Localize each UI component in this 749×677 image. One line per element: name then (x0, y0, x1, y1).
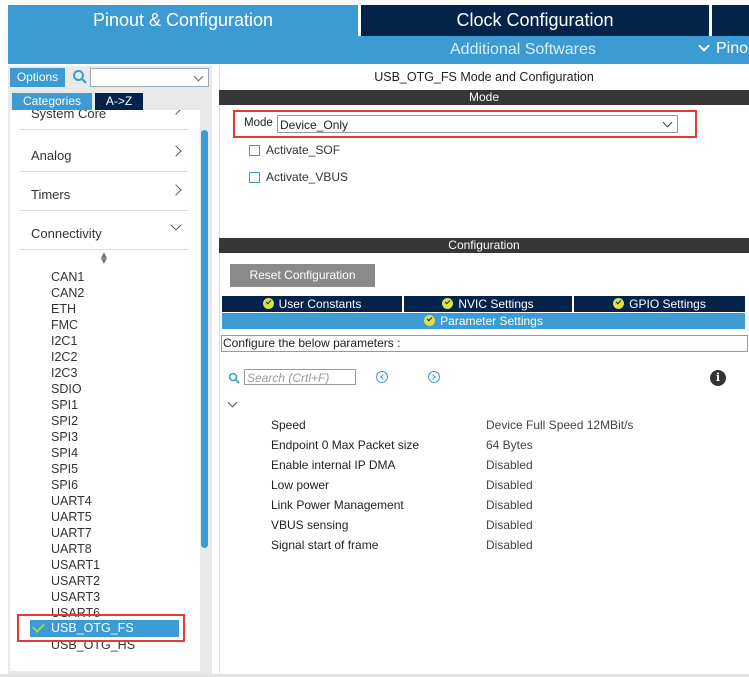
peripheral-item[interactable]: UART4 (51, 494, 92, 508)
category-timers[interactable]: Timers (20, 174, 188, 211)
param-name: Endpoint 0 Max Packet size (271, 438, 420, 452)
check-circle-icon (424, 315, 436, 326)
param-name: Low power (271, 478, 330, 492)
chevron-right-icon (170, 110, 182, 115)
chevron-down-icon (698, 40, 710, 52)
search-input[interactable] (90, 68, 209, 87)
check-circle-icon (262, 298, 274, 309)
param-name: VBUS sensing (271, 518, 349, 532)
peripheral-item[interactable]: SPI3 (51, 430, 78, 444)
peripheral-item[interactable]: USART3 (51, 590, 100, 604)
previous-result-icon[interactable] (376, 371, 388, 383)
tab-label: User Constants (278, 297, 362, 311)
peripheral-item[interactable]: SDIO (51, 382, 82, 396)
tab-overflow[interactable] (712, 5, 749, 36)
tab-clock-configuration[interactable]: Clock Configuration (361, 5, 709, 36)
param-value[interactable]: Disabled (486, 518, 533, 532)
tab-label: Parameter Settings (440, 314, 543, 328)
chevron-right-icon (170, 184, 182, 196)
check-circle-icon (613, 298, 625, 309)
param-value[interactable]: 64 Bytes (486, 438, 533, 452)
tab-categories[interactable]: Categories (12, 93, 92, 110)
tab-label: GPIO Settings (629, 297, 706, 311)
chevron-down-icon[interactable] (193, 71, 204, 82)
param-name: Enable internal IP DMA (271, 458, 396, 472)
peripheral-item[interactable]: USART1 (51, 558, 100, 572)
peripheral-item[interactable]: I2C2 (51, 350, 77, 364)
peripheral-item[interactable]: SPI1 (51, 398, 78, 412)
chevron-down-icon (170, 219, 182, 231)
category-list: System Core Analog Timers Connectivity (10, 110, 200, 671)
tab-gpio-settings[interactable]: GPIO Settings (574, 296, 745, 312)
activate-sof-label: Activate_SOF (266, 143, 341, 157)
peripheral-item[interactable]: UART5 (51, 510, 92, 524)
peripheral-item[interactable]: I2C1 (51, 334, 77, 348)
next-result-icon[interactable] (428, 371, 440, 383)
category-label: Timers (31, 187, 71, 202)
configuration-section-header: Configuration (219, 238, 749, 253)
param-value[interactable]: Device Full Speed 12MBit/s (486, 418, 633, 432)
category-system-core[interactable]: System Core (20, 110, 188, 130)
category-analog[interactable]: Analog (20, 135, 188, 172)
peripheral-item[interactable]: FMC (51, 318, 78, 332)
param-name: Speed (271, 418, 306, 432)
sort-icon[interactable]: ▲ ▼ (99, 251, 109, 267)
peripheral-item[interactable]: SPI6 (51, 478, 78, 492)
additional-softwares-menu[interactable]: Additional Softwares (450, 41, 596, 59)
tab-a-z[interactable]: A->Z (95, 93, 143, 110)
parameter-search-input[interactable]: Search (Crtl+F) (244, 369, 356, 385)
reset-configuration-button[interactable]: Reset Configuration (230, 264, 375, 287)
activate-sof-checkbox[interactable] (249, 145, 260, 156)
peripheral-item[interactable]: I2C3 (51, 366, 77, 380)
pinout-view-label: Pino (716, 40, 749, 57)
tab-label: NVIC Settings (458, 297, 534, 311)
configure-instructions: Configure the below parameters : (221, 335, 748, 352)
peripheral-item[interactable]: SPI2 (51, 414, 78, 428)
param-value[interactable]: Disabled (486, 458, 533, 472)
check-circle-icon (442, 298, 454, 309)
param-value[interactable]: Disabled (486, 498, 533, 512)
activate-vbus-label: Activate_VBUS (266, 170, 349, 184)
tab-pinout-configuration[interactable]: Pinout & Configuration (8, 5, 358, 36)
search-icon[interactable] (72, 69, 88, 85)
options-button[interactable]: Options (10, 68, 65, 87)
category-label: Analog (31, 148, 72, 163)
peripheral-item[interactable]: UART7 (51, 526, 92, 540)
scrollbar-thumb[interactable] (201, 130, 208, 548)
pinout-view-menu[interactable]: Pino (698, 40, 749, 58)
tab-parameter-settings[interactable]: Parameter Settings (222, 313, 745, 329)
param-name: Link Power Management (271, 498, 404, 512)
param-name: Signal start of frame (271, 538, 379, 552)
tab-user-constants[interactable]: User Constants (222, 296, 402, 312)
activate-vbus-checkbox[interactable] (249, 172, 260, 183)
category-connectivity[interactable]: Connectivity (20, 213, 188, 250)
peripheral-item[interactable]: CAN1 (51, 270, 84, 284)
param-value[interactable]: Disabled (486, 478, 533, 492)
search-placeholder: Search (Crtl+F) (247, 371, 330, 385)
peripheral-item[interactable]: ETH (51, 302, 76, 316)
subtab-bar (8, 36, 749, 64)
highlight-box (17, 614, 185, 642)
search-icon[interactable] (228, 372, 240, 384)
peripheral-item[interactable]: SPI4 (51, 446, 78, 460)
peripheral-item[interactable]: USART2 (51, 574, 100, 588)
mode-section-header: Mode (219, 90, 749, 105)
highlight-box (233, 110, 697, 138)
peripheral-item[interactable]: SPI5 (51, 462, 78, 476)
param-value[interactable]: Disabled (486, 538, 533, 552)
mode-config-title: USB_OTG_FS Mode and Configuration (374, 70, 594, 84)
tab-nvic-settings[interactable]: NVIC Settings (404, 296, 572, 312)
info-icon[interactable]: i (710, 370, 726, 386)
category-label: Connectivity (31, 226, 102, 241)
peripheral-item[interactable]: CAN2 (51, 286, 84, 300)
category-label: System Core (31, 110, 107, 121)
peripheral-item[interactable]: UART8 (51, 542, 92, 556)
chevron-right-icon (170, 145, 182, 157)
